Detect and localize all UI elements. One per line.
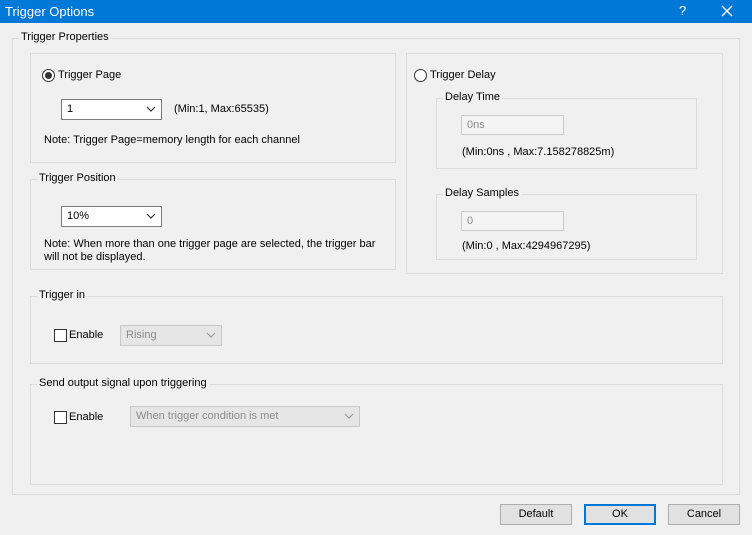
- send-output-group: Send output signal upon triggering: [30, 377, 723, 485]
- delay-samples-value: 0: [467, 215, 474, 227]
- title-bar: Trigger Options ?: [0, 0, 752, 23]
- close-icon: [721, 5, 733, 17]
- send-output-label: Send output signal upon triggering: [37, 377, 209, 389]
- trigger-page-note: Note: Trigger Page=memory length for eac…: [44, 134, 300, 146]
- send-output-enable-checkbox[interactable]: [54, 411, 67, 424]
- trigger-properties-label: Trigger Properties: [19, 31, 111, 43]
- trigger-position-note-line2: will not be displayed.: [44, 251, 146, 263]
- cancel-button[interactable]: Cancel: [668, 504, 740, 525]
- trigger-in-edge-select[interactable]: Rising: [120, 325, 222, 346]
- trigger-page-range: (Min:1, Max:65535): [174, 103, 269, 115]
- chevron-down-icon: [146, 213, 156, 219]
- trigger-in-edge-value: Rising: [126, 329, 157, 341]
- radio-selected-dot: [45, 72, 52, 79]
- trigger-position-value: 10%: [67, 210, 90, 222]
- delay-samples-input[interactable]: 0: [461, 211, 564, 231]
- trigger-page-select[interactable]: 1: [61, 99, 162, 120]
- trigger-page-radio[interactable]: [42, 69, 55, 82]
- trigger-delay-radio[interactable]: [414, 69, 427, 82]
- delay-samples-range: (Min:0 , Max:4294967295): [462, 240, 591, 252]
- close-button[interactable]: [716, 1, 738, 21]
- chevron-down-icon: [344, 413, 354, 419]
- trigger-position-select[interactable]: 10%: [61, 206, 162, 227]
- default-button[interactable]: Default: [500, 504, 572, 525]
- trigger-delay-radio-label[interactable]: Trigger Delay: [430, 69, 496, 81]
- send-output-enable-label[interactable]: Enable: [69, 411, 103, 423]
- trigger-page-value: 1: [67, 103, 74, 115]
- delay-time-input[interactable]: 0ns: [461, 115, 564, 135]
- delay-time-range: (Min:0ns , Max:7.158278825m): [462, 146, 615, 158]
- chevron-down-icon: [206, 332, 216, 338]
- trigger-in-enable-label[interactable]: Enable: [69, 329, 103, 341]
- delay-time-label: Delay Time: [443, 91, 503, 103]
- ok-button[interactable]: OK: [584, 504, 656, 525]
- trigger-position-note-line1: Note: When more than one trigger page ar…: [44, 238, 376, 250]
- delay-samples-label: Delay Samples: [443, 187, 521, 199]
- delay-time-value: 0ns: [467, 119, 485, 131]
- send-output-condition-value: When trigger condition is met: [136, 410, 279, 422]
- chevron-down-icon: [146, 106, 156, 112]
- trigger-page-radio-label[interactable]: Trigger Page: [58, 69, 121, 81]
- trigger-in-label: Trigger in: [37, 289, 88, 301]
- trigger-position-label: Trigger Position: [37, 172, 118, 184]
- send-output-condition-select[interactable]: When trigger condition is met: [130, 406, 360, 427]
- window-title: Trigger Options: [5, 4, 95, 19]
- trigger-in-enable-checkbox[interactable]: [54, 329, 67, 342]
- help-button[interactable]: ?: [679, 3, 686, 18]
